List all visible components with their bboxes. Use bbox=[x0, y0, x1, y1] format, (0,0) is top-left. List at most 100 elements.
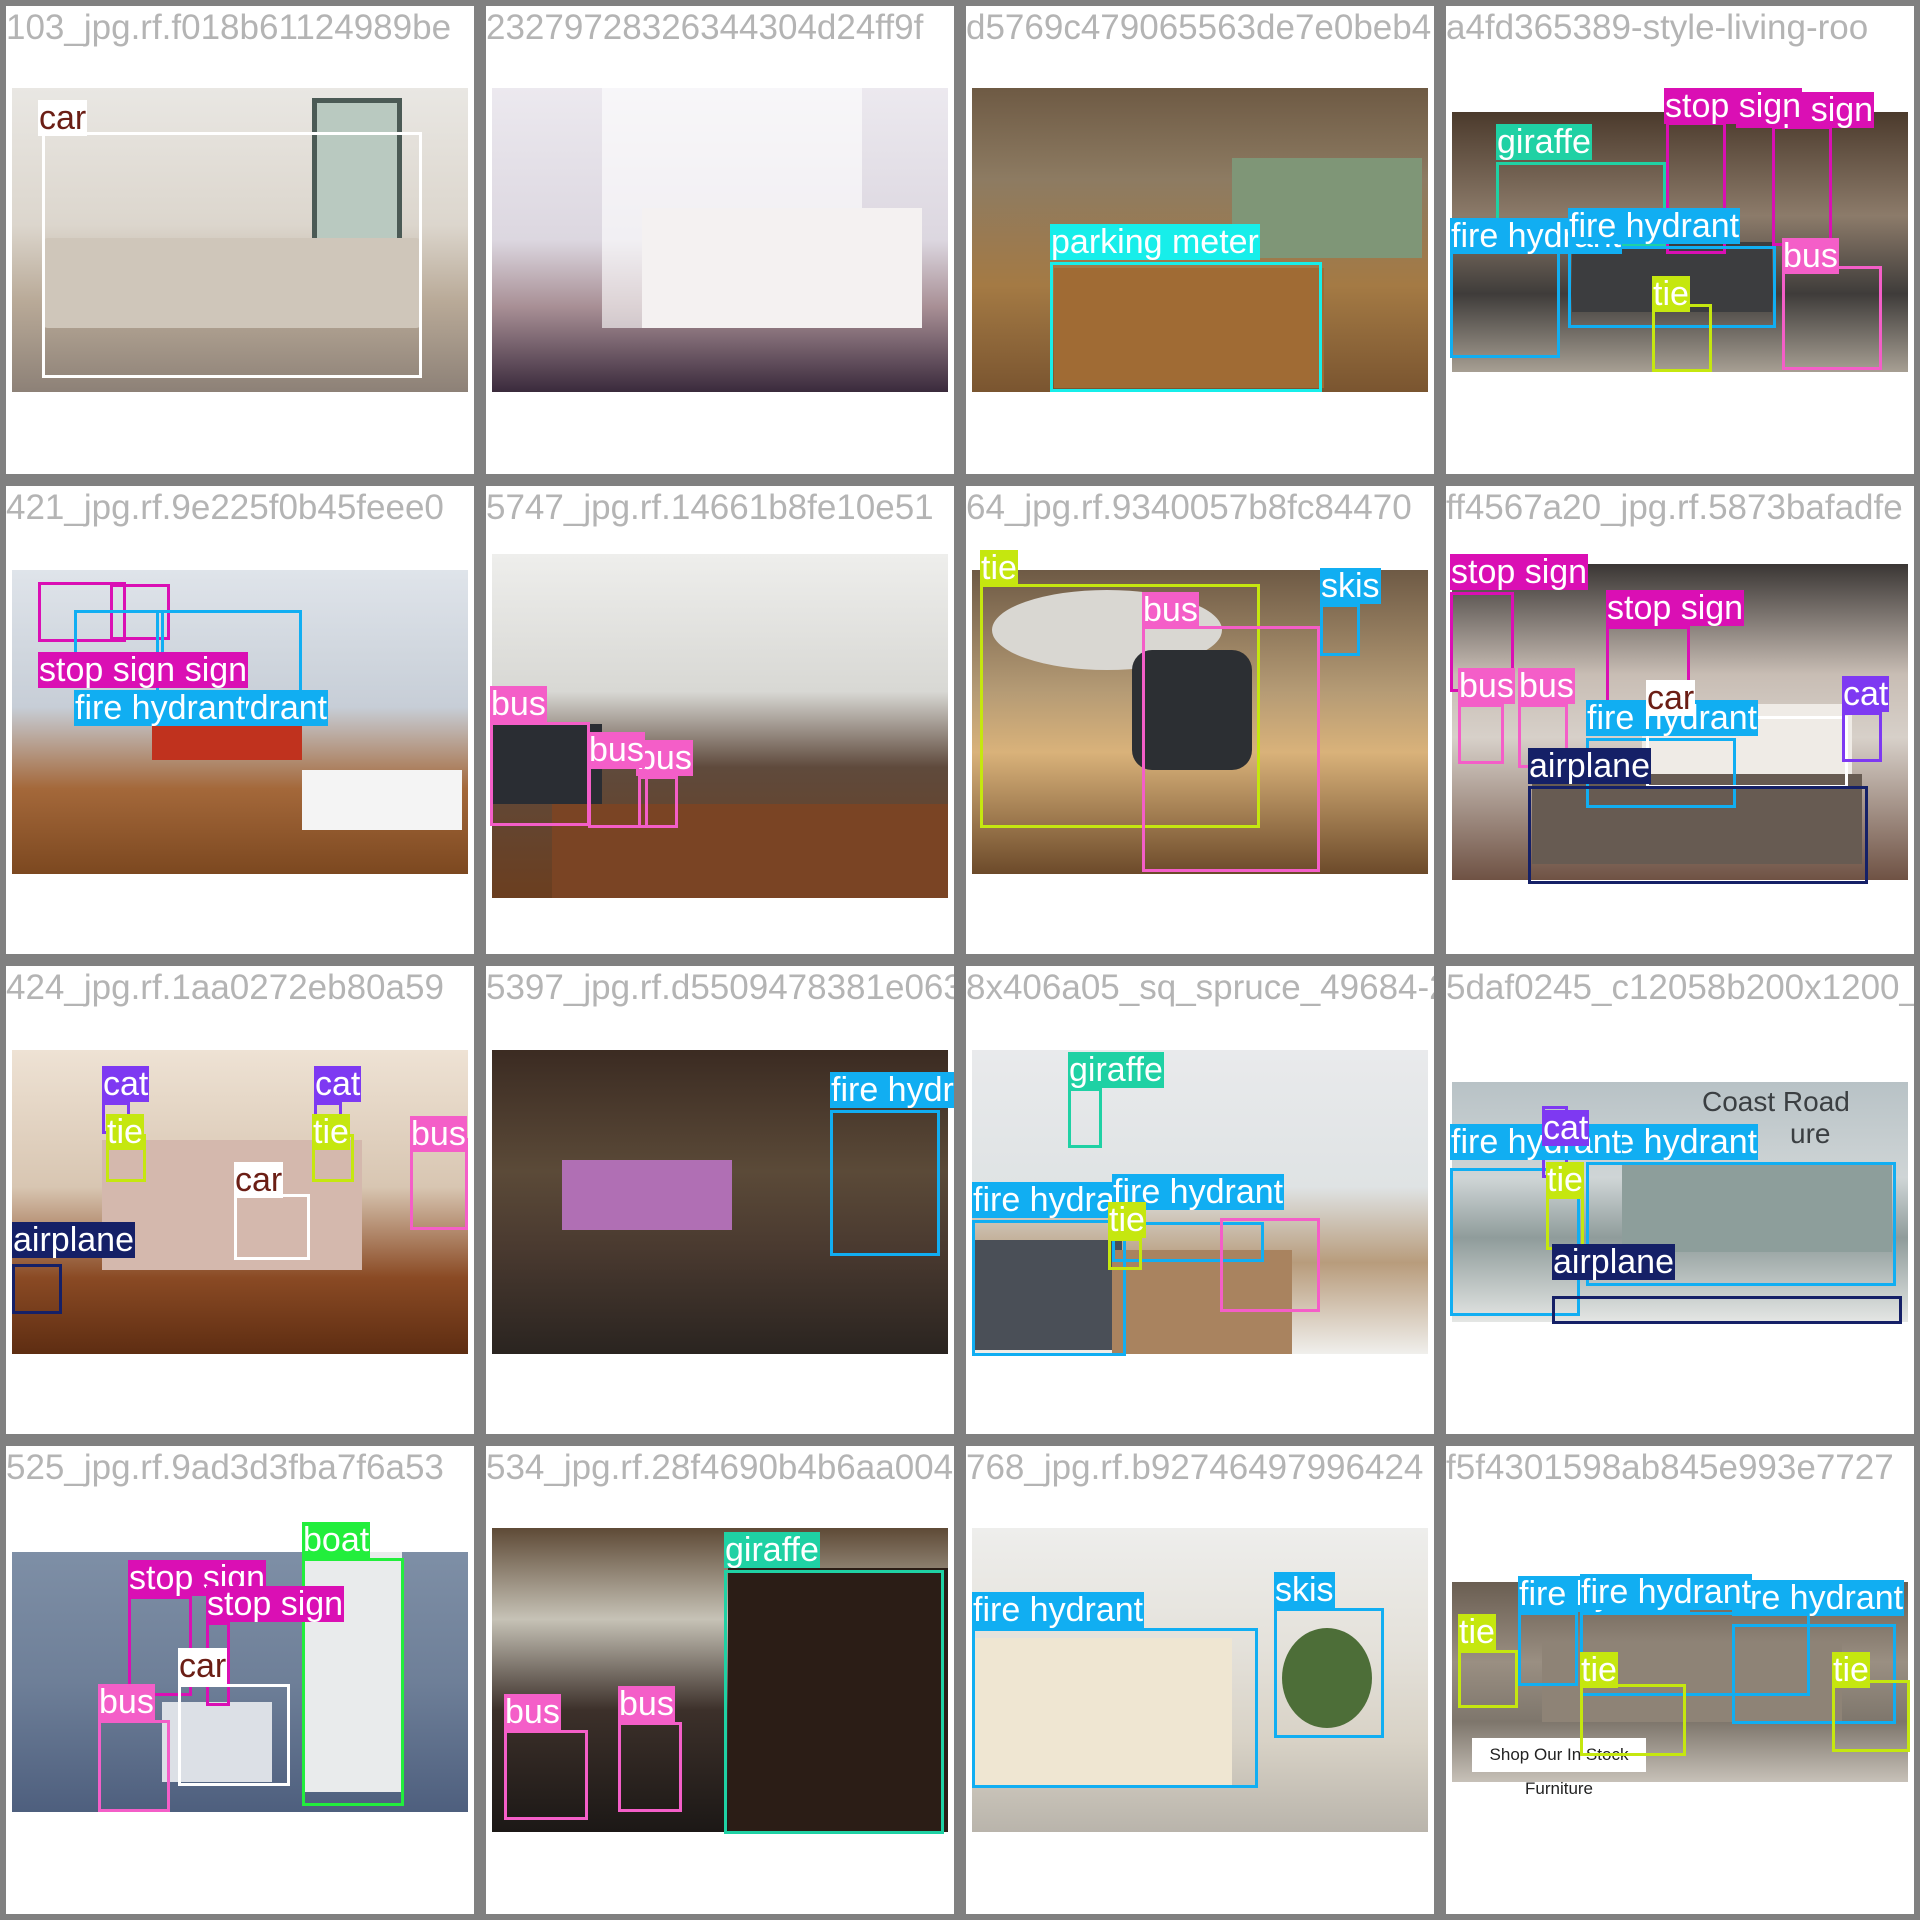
detection-label: stop sign bbox=[1606, 589, 1745, 627]
detection-label: fire hydrant bbox=[74, 689, 247, 727]
detection-label: car bbox=[38, 99, 88, 137]
detection-label: stop sign bbox=[38, 651, 177, 689]
tile-13: 525_jpg.rf.9ad3d3fba7f6a53 boat stop sig… bbox=[0, 1440, 480, 1920]
detection-box bbox=[1458, 1650, 1518, 1708]
tile-filename: 5397_jpg.rf.d5509478381e063 bbox=[486, 968, 960, 1007]
detection-label: fire hydrant bbox=[830, 1072, 954, 1108]
tile-12: 5daf0245_c12058b200x1200_j Coast Road ur… bbox=[1440, 960, 1920, 1440]
detection-box bbox=[1518, 1612, 1578, 1686]
tile-4: a4fd365389-style-living-roo giraffe stop… bbox=[1440, 0, 1920, 480]
detection-label: giraffe bbox=[1496, 123, 1592, 161]
photo bbox=[492, 88, 948, 392]
detection-label: cat bbox=[314, 1065, 362, 1103]
tile-filename: a4fd365389-style-living-roo bbox=[1446, 8, 1869, 47]
detection-label: parking meter bbox=[1050, 223, 1260, 261]
detection-label: airplane bbox=[1552, 1243, 1675, 1281]
detection-box bbox=[1832, 1680, 1910, 1752]
tile-7: 64_jpg.rf.9340057b8fc84470 tie bus skis bbox=[960, 480, 1440, 960]
detection-box bbox=[1772, 126, 1832, 246]
store-sign-line: Coast Road bbox=[1702, 1086, 1850, 1117]
planter bbox=[302, 770, 462, 830]
detection-label: skis bbox=[1320, 567, 1381, 605]
detection-label: tie bbox=[1580, 1651, 1618, 1689]
detection-label: cat bbox=[102, 1065, 150, 1103]
tile-filename: 64_jpg.rf.9340057b8fc84470 bbox=[966, 488, 1412, 527]
detection-label: cat bbox=[1842, 675, 1890, 713]
tile-filename: 424_jpg.rf.1aa0272eb80a59 bbox=[6, 968, 444, 1007]
detection-label: bus bbox=[588, 731, 645, 769]
detection-box bbox=[12, 1264, 62, 1314]
detection-box bbox=[1220, 1218, 1320, 1312]
detection-box bbox=[1580, 1684, 1686, 1756]
windows bbox=[1232, 158, 1422, 258]
tile-8: ff4567a20_jpg.rf.5873bafadfe stop sign s… bbox=[1440, 480, 1920, 960]
detection-box bbox=[972, 1220, 1126, 1356]
detection-box bbox=[1108, 1238, 1142, 1270]
detection-box bbox=[490, 722, 590, 826]
detection-label: tie bbox=[1546, 1161, 1584, 1199]
detection-box bbox=[1142, 626, 1320, 872]
detection-box bbox=[1552, 1296, 1902, 1324]
detection-label: tie bbox=[1652, 275, 1690, 313]
detection-label: fire hydrant bbox=[1580, 1573, 1753, 1611]
tile-15: 768_jpg.rf.b92746497996424 fire hydrant … bbox=[960, 1440, 1440, 1920]
detection-box bbox=[1458, 704, 1504, 764]
detection-label: giraffe bbox=[724, 1531, 820, 1569]
detection-label: tie bbox=[312, 1113, 350, 1151]
detection-label: airplane bbox=[12, 1221, 135, 1259]
detection-label: fire hydrant bbox=[972, 1591, 1145, 1629]
detection-label: tie bbox=[980, 549, 1018, 587]
mosaic: { "tiles": [ {"filename": "103_jpg.rf.f0… bbox=[0, 0, 1920, 1920]
detection-label: car bbox=[234, 1161, 284, 1199]
tile-6: 5747_jpg.rf.14661b8fe10e51 bus bus bus bbox=[480, 480, 960, 960]
detection-label: bus bbox=[618, 1685, 675, 1723]
tile-10: 5397_jpg.rf.d5509478381e063 fire hydrant bbox=[480, 960, 960, 1440]
table bbox=[562, 1160, 732, 1230]
tile-filename: ff4567a20_jpg.rf.5873bafadfe bbox=[1446, 488, 1903, 527]
detection-box bbox=[1528, 786, 1868, 884]
detection-box bbox=[234, 1194, 310, 1260]
detection-box bbox=[1274, 1608, 1384, 1738]
detection-label: car bbox=[178, 1647, 228, 1685]
tile-filename: 23279728326344304d24ff9f bbox=[486, 8, 924, 47]
detection-label: fire hydrant bbox=[1450, 1123, 1623, 1161]
detection-box bbox=[1450, 246, 1560, 358]
detection-label: stop sign bbox=[1664, 87, 1803, 125]
tile-filename: 5daf0245_c12058b200x1200_j bbox=[1446, 968, 1920, 1007]
detection-label: airplane bbox=[1528, 747, 1651, 785]
detection-label: cat bbox=[1542, 1109, 1590, 1147]
tile-filename: 5747_jpg.rf.14661b8fe10e51 bbox=[486, 488, 934, 527]
detection-box bbox=[972, 1628, 1258, 1788]
detection-box bbox=[618, 1722, 682, 1812]
bed bbox=[642, 208, 922, 328]
detection-label: bus bbox=[1518, 667, 1575, 705]
detection-label: fire hydrant bbox=[1568, 207, 1741, 245]
tile-14: 534_jpg.rf.28f4690b4b6aa0046 giraffe bus… bbox=[480, 1440, 960, 1920]
detection-box bbox=[1652, 304, 1712, 372]
detection-label: tie bbox=[1832, 1651, 1870, 1689]
tile-9: 424_jpg.rf.1aa0272eb80a59 cat cat tie ti… bbox=[0, 960, 480, 1440]
detection-box bbox=[1068, 1088, 1102, 1148]
detection-label: car bbox=[1646, 679, 1696, 717]
detection-box bbox=[724, 1570, 944, 1834]
detection-label: tie bbox=[106, 1113, 144, 1151]
detection-label: bus bbox=[1142, 591, 1199, 629]
detection-label: bus bbox=[504, 1693, 561, 1731]
tile-filename: f5f4301598ab845e993e7727 bbox=[1446, 1448, 1894, 1487]
tile-2: 23279728326344304d24ff9f bbox=[480, 0, 960, 480]
detection-label: bus bbox=[1782, 237, 1839, 275]
tile-filename: 8x406a05_sq_spruce_49684-2 bbox=[966, 968, 1440, 1007]
detection-label: tie bbox=[1108, 1201, 1146, 1239]
detection-label: bus bbox=[490, 685, 547, 723]
tile-1: 103_jpg.rf.f018b61124989be car bbox=[0, 0, 480, 480]
detection-box bbox=[830, 1110, 940, 1256]
detection-label: skis bbox=[1274, 1571, 1335, 1609]
tile-11: 8x406a05_sq_spruce_49684-2 giraffe fire … bbox=[960, 960, 1440, 1440]
tile-filename: 525_jpg.rf.9ad3d3fba7f6a53 bbox=[6, 1448, 444, 1487]
detection-box bbox=[638, 776, 678, 828]
detection-label: bus bbox=[410, 1115, 467, 1153]
tile-16: f5f4301598ab845e993e7727 Shop Our In Sto… bbox=[1440, 1440, 1920, 1920]
detection-label: boat bbox=[302, 1521, 371, 1559]
detection-box bbox=[98, 1720, 170, 1812]
detection-box bbox=[42, 132, 422, 378]
